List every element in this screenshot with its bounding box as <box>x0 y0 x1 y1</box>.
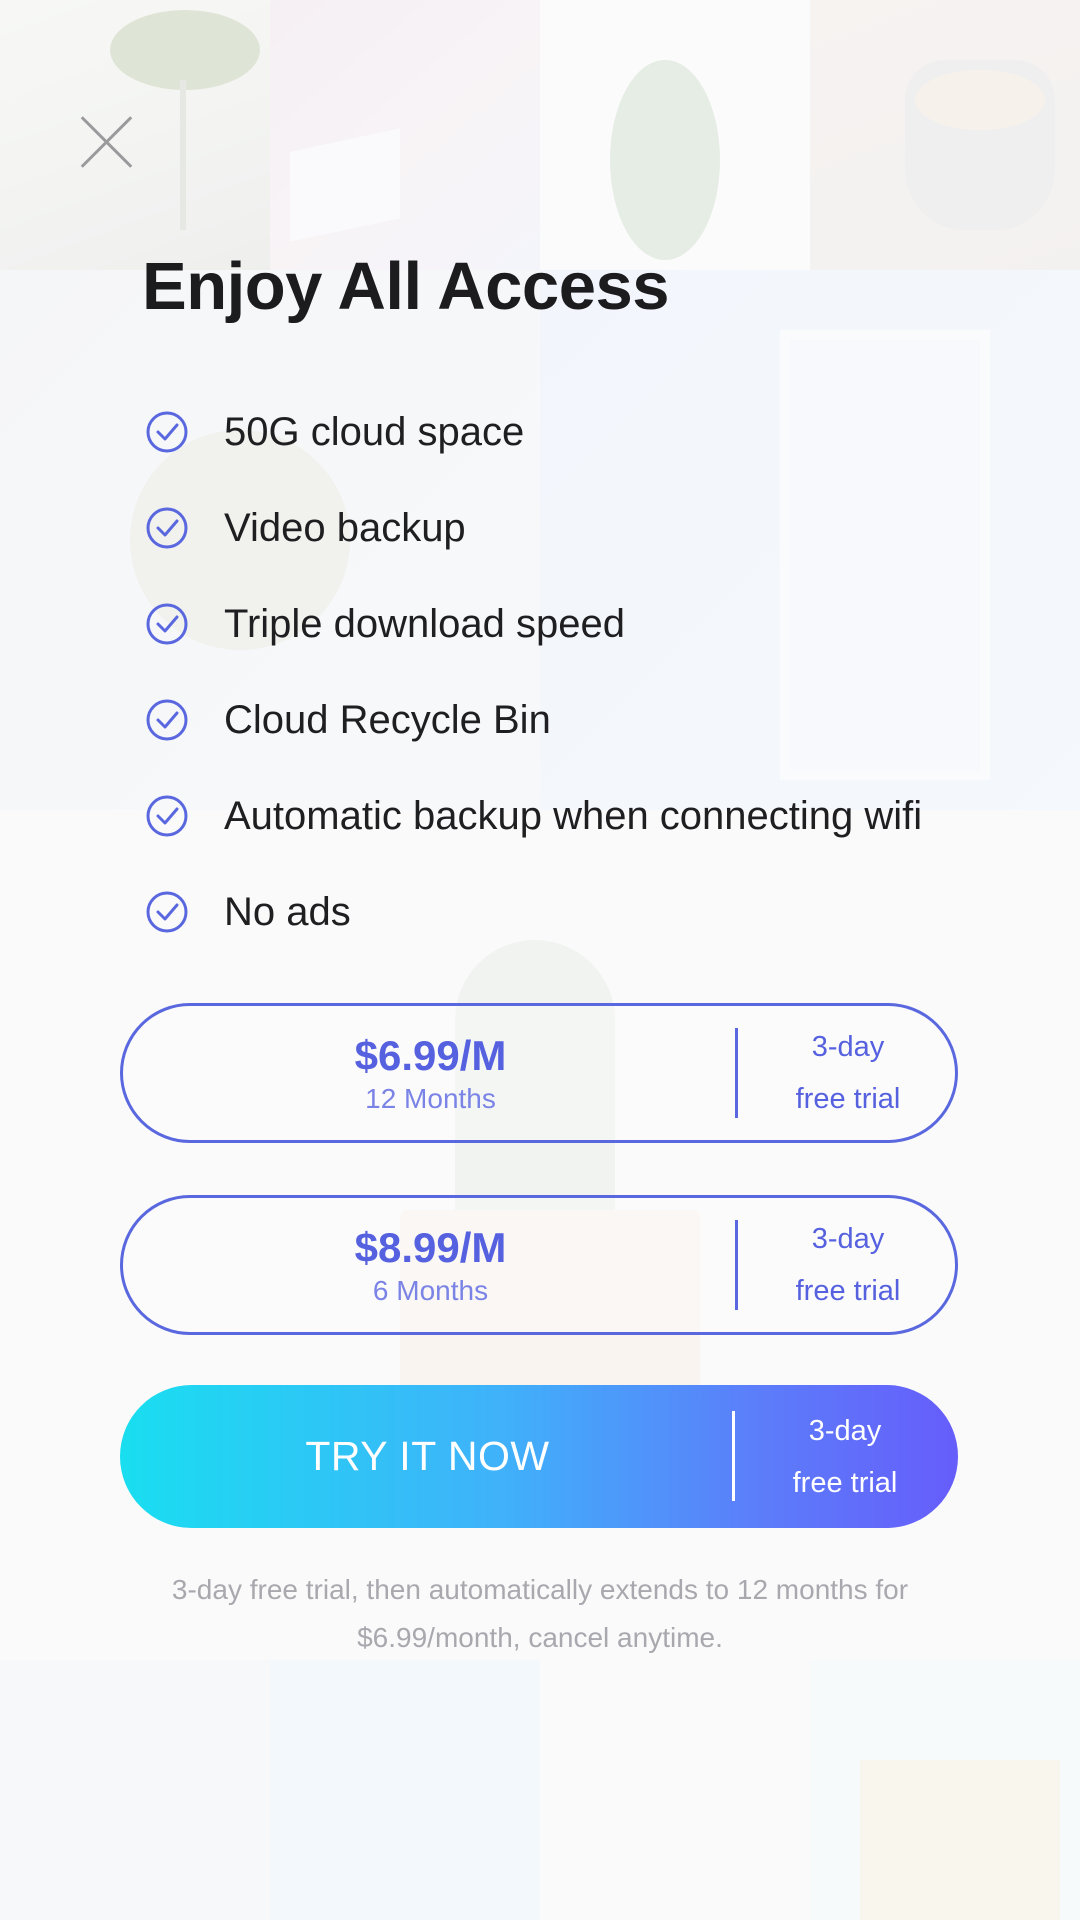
check-circle-icon <box>146 603 188 645</box>
trial-label: free trial <box>792 1466 898 1499</box>
plan-price: $8.99/M <box>354 1224 507 1271</box>
feature-label: Automatic backup when connecting wifi <box>224 793 923 838</box>
feature-item: No ads <box>146 864 922 960</box>
trial-duration: 3-day <box>811 1031 885 1063</box>
trial-badge: 3-day free trial <box>738 1198 958 1332</box>
feature-item: Video backup <box>146 480 922 576</box>
plan-option-12-months[interactable]: $6.99/M 12 Months 3-day free trial <box>120 1003 958 1143</box>
trial-duration: 3-day <box>808 1414 882 1447</box>
subscription-screen: Enjoy All Access 50G cloud space Video b… <box>0 0 1080 1920</box>
trial-duration: 3-day <box>811 1223 885 1255</box>
feature-item: Triple download speed <box>146 576 922 672</box>
plan-pricing: $6.99/M 12 Months <box>123 1006 738 1140</box>
plan-price: $6.99/M <box>354 1032 507 1079</box>
trial-disclaimer: 3-day free trial, then automatically ext… <box>171 1574 909 1653</box>
try-it-now-button[interactable]: TRY IT NOW 3-day free trial <box>120 1385 958 1528</box>
feature-label: No ads <box>224 889 351 934</box>
plan-option-6-months[interactable]: $8.99/M 6 Months 3-day free trial <box>120 1195 958 1335</box>
page-title: Enjoy All Access <box>142 249 670 324</box>
feature-item: 50G cloud space <box>146 384 922 480</box>
check-circle-icon <box>146 411 188 453</box>
plan-pricing: $8.99/M 6 Months <box>123 1198 738 1332</box>
check-circle-icon <box>146 795 188 837</box>
feature-item: Automatic backup when connecting wifi <box>146 768 922 864</box>
feature-item: Cloud Recycle Bin <box>146 672 922 768</box>
check-circle-icon <box>146 507 188 549</box>
trial-label: free trial <box>795 1275 901 1307</box>
check-circle-icon <box>146 891 188 933</box>
feature-list: 50G cloud space Video backup Triple down… <box>146 384 922 960</box>
trial-badge: 3-day free trial <box>735 1385 955 1528</box>
feature-label: Cloud Recycle Bin <box>224 697 551 742</box>
trial-label: free trial <box>795 1083 901 1115</box>
trial-badge: 3-day free trial <box>738 1006 958 1140</box>
plan-term: 12 Months <box>365 1083 496 1114</box>
close-icon[interactable] <box>76 112 136 172</box>
feature-label: 50G cloud space <box>224 409 525 454</box>
plan-term: 6 Months <box>372 1275 489 1306</box>
check-circle-icon <box>146 699 188 741</box>
cta-label: TRY IT NOW <box>305 1433 550 1479</box>
feature-label: Video backup <box>224 505 466 550</box>
feature-label: Triple download speed <box>224 601 625 646</box>
